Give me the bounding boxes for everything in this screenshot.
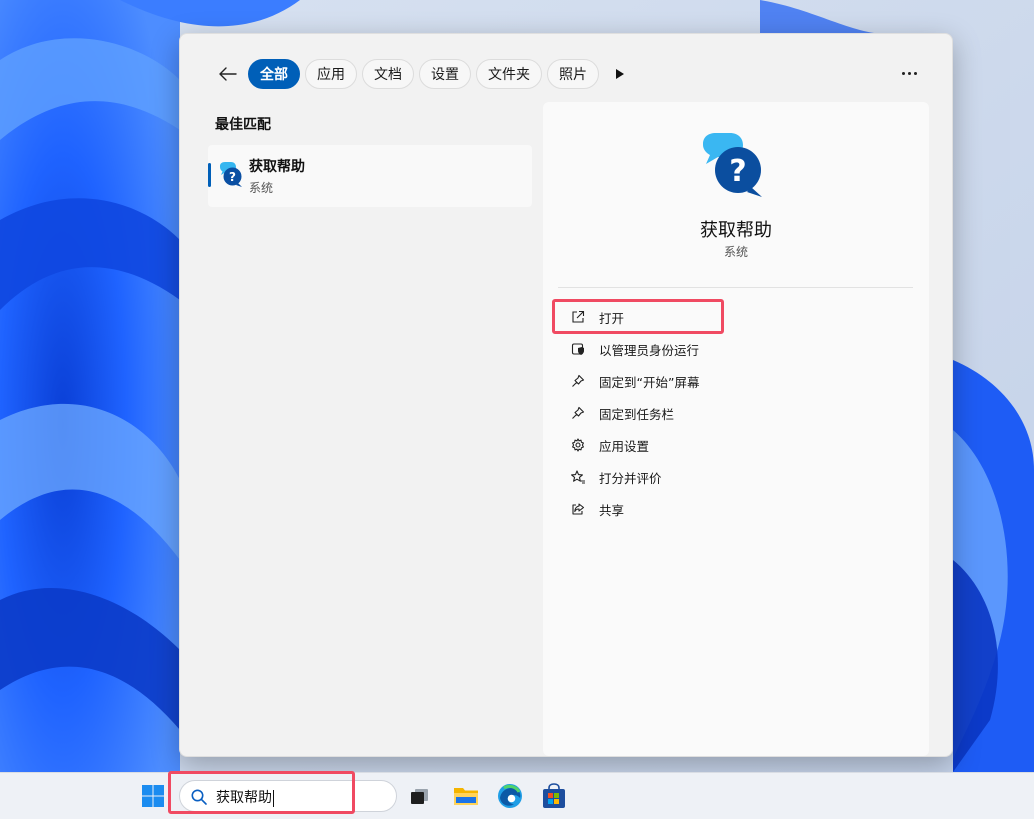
arrow-left-icon <box>219 67 237 81</box>
best-match-type: 系统 <box>249 181 274 195</box>
search-icon <box>191 789 207 805</box>
search-input-value[interactable]: 获取帮助 <box>216 787 274 807</box>
windows-start-button[interactable] <box>141 784 165 808</box>
filter-bar: 全部 应用 文档 设置 文件夹 照片 <box>210 58 633 90</box>
text-caret <box>273 789 274 807</box>
action-rate-and-review[interactable]: 打分并评价 <box>555 461 915 493</box>
tab-settings[interactable]: 设置 <box>419 59 471 89</box>
dot-icon <box>901 71 905 75</box>
share-icon <box>570 501 586 517</box>
action-open[interactable]: 打开 <box>555 301 915 333</box>
tab-folders[interactable]: 文件夹 <box>476 59 542 89</box>
taskbar: 获取帮助 <box>0 772 1034 819</box>
detail-app-name: 获取帮助 <box>700 220 772 241</box>
pin-icon <box>570 373 586 389</box>
tab-all[interactable]: 全部 <box>248 59 300 89</box>
action-pin-to-start[interactable]: 固定到“开始”屏幕 <box>555 365 915 397</box>
more-options-button[interactable] <box>894 62 924 84</box>
best-match-heading: 最佳匹配 <box>215 117 271 133</box>
edge-browser-icon[interactable] <box>496 782 524 810</box>
action-label: 以管理员身份运行 <box>599 342 700 358</box>
divider <box>558 287 913 288</box>
get-help-icon: ? <box>703 133 762 197</box>
microsoft-store-icon[interactable] <box>540 782 568 810</box>
search-panel: 全部 应用 文档 设置 文件夹 照片 最佳匹配 ? 获取帮助 系统 ? 获取帮助… <box>179 33 953 757</box>
get-help-icon: ? <box>220 162 242 187</box>
play-icon <box>616 69 624 79</box>
run-as-admin-icon <box>570 341 586 357</box>
dot-icon <box>913 71 917 75</box>
open-external-icon <box>570 309 586 325</box>
best-match-name: 获取帮助 <box>249 159 305 175</box>
action-app-settings[interactable]: 应用设置 <box>555 429 915 461</box>
action-label: 应用设置 <box>599 438 650 454</box>
tab-photos[interactable]: 照片 <box>547 59 599 89</box>
action-run-as-admin[interactable]: 以管理员身份运行 <box>555 333 915 365</box>
action-share[interactable]: 共享 <box>555 493 915 525</box>
detail-app-type: 系统 <box>723 245 748 259</box>
action-label: 固定到“开始”屏幕 <box>599 374 700 390</box>
taskbar-search-box[interactable]: 获取帮助 <box>179 780 397 812</box>
action-pin-to-taskbar[interactable]: 固定到任务栏 <box>555 397 915 429</box>
action-label: 共享 <box>599 502 625 518</box>
detail-pane: ? 获取帮助 系统 打开 以管理员身份运行 固定到“开始”屏幕 固定到任务栏 应… <box>543 102 929 756</box>
action-list: 打开 以管理员身份运行 固定到“开始”屏幕 固定到任务栏 应用设置 打分并评价 … <box>555 301 915 525</box>
pin-icon <box>570 405 586 421</box>
action-label: 打分并评价 <box>599 470 662 486</box>
best-match-item[interactable]: ? 获取帮助 系统 <box>208 145 532 207</box>
more-filters-button[interactable] <box>607 59 633 89</box>
gear-icon <box>570 437 586 453</box>
svg-text:?: ? <box>229 170 236 184</box>
tab-apps[interactable]: 应用 <box>305 59 357 89</box>
back-button[interactable] <box>210 58 246 90</box>
task-view-icon[interactable] <box>406 782 434 810</box>
action-label: 固定到任务栏 <box>599 406 675 422</box>
tab-documents[interactable]: 文档 <box>362 59 414 89</box>
svg-text:?: ? <box>729 154 746 189</box>
dot-icon <box>907 71 911 75</box>
selection-indicator <box>208 163 211 187</box>
file-explorer-icon[interactable] <box>452 782 480 810</box>
star-icon <box>570 469 586 485</box>
action-label: 打开 <box>599 310 625 326</box>
